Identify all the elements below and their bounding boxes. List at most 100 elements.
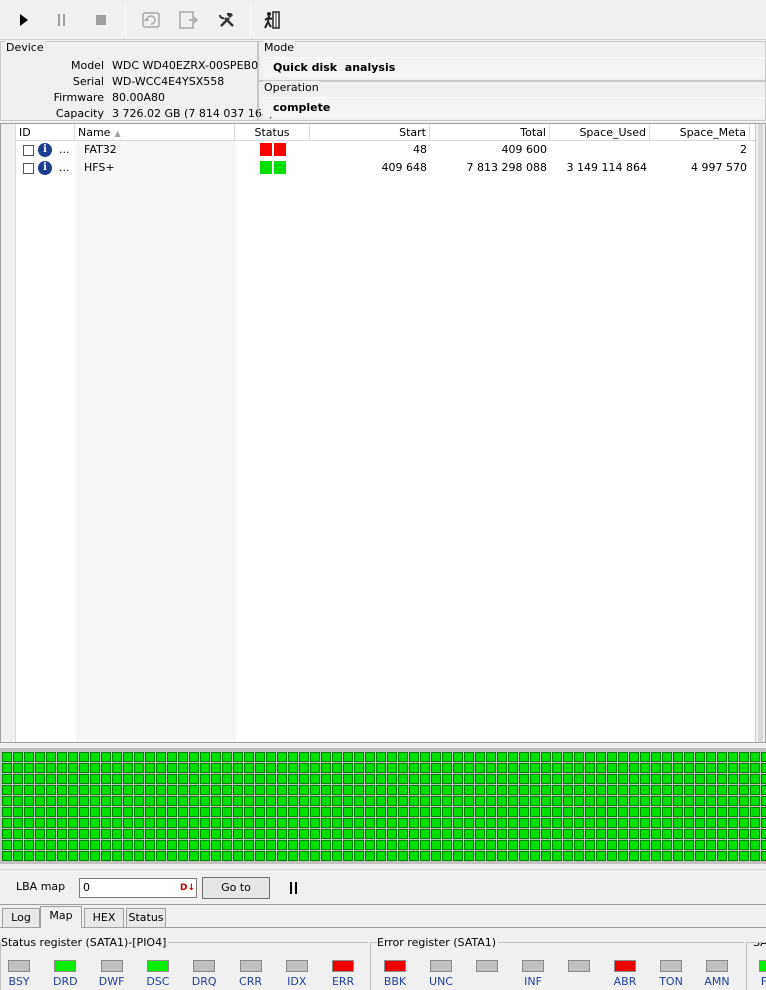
map-cell[interactable] [244, 818, 254, 828]
map-cell[interactable] [46, 752, 56, 762]
map-cell[interactable] [343, 851, 353, 861]
map-cell[interactable] [530, 796, 540, 806]
map-cell[interactable] [134, 840, 144, 850]
map-cell[interactable] [717, 785, 727, 795]
map-cell[interactable] [607, 807, 617, 817]
map-cell[interactable] [552, 785, 562, 795]
map-cell[interactable] [112, 796, 122, 806]
map-cell[interactable] [24, 796, 34, 806]
map-cell[interactable] [101, 796, 111, 806]
map-cell[interactable] [706, 752, 716, 762]
map-cell[interactable] [398, 774, 408, 784]
map-cell[interactable] [79, 818, 89, 828]
map-cell[interactable] [343, 840, 353, 850]
map-cell[interactable] [618, 840, 628, 850]
map-cell[interactable] [321, 807, 331, 817]
map-cell[interactable] [541, 840, 551, 850]
map-cell[interactable] [640, 851, 650, 861]
map-cell[interactable] [167, 829, 177, 839]
map-cell[interactable] [563, 807, 573, 817]
map-cell[interactable] [574, 752, 584, 762]
map-cell[interactable] [673, 807, 683, 817]
map-cell[interactable] [585, 851, 595, 861]
map-cell[interactable] [156, 818, 166, 828]
map-cell[interactable] [222, 840, 232, 850]
map-cell[interactable] [299, 763, 309, 773]
map-cell[interactable] [354, 840, 364, 850]
map-cell[interactable] [398, 752, 408, 762]
map-cell[interactable] [123, 796, 133, 806]
map-cell[interactable] [332, 796, 342, 806]
map-cell[interactable] [717, 796, 727, 806]
info-icon[interactable]: i [38, 143, 52, 157]
map-cell[interactable] [2, 807, 12, 817]
map-cell[interactable] [145, 796, 155, 806]
map-cell[interactable] [310, 818, 320, 828]
map-cell[interactable] [354, 851, 364, 861]
map-cell[interactable] [90, 774, 100, 784]
map-cell[interactable] [376, 818, 386, 828]
map-cell[interactable] [2, 774, 12, 784]
map-cell[interactable] [178, 763, 188, 773]
map-cell[interactable] [24, 829, 34, 839]
map-cell[interactable] [728, 829, 738, 839]
map-cell[interactable] [761, 818, 766, 828]
map-cell[interactable] [35, 818, 45, 828]
map-cell[interactable] [145, 785, 155, 795]
map-cell[interactable] [497, 807, 507, 817]
map-cell[interactable] [156, 840, 166, 850]
map-cell[interactable] [684, 840, 694, 850]
map-cell[interactable] [695, 774, 705, 784]
map-cell[interactable] [233, 818, 243, 828]
goto-button[interactable]: Go to [202, 877, 270, 899]
map-cell[interactable] [2, 763, 12, 773]
map-cell[interactable] [673, 796, 683, 806]
tab-hex[interactable]: HEX [84, 908, 124, 927]
map-cell[interactable] [629, 840, 639, 850]
map-cell[interactable] [739, 840, 749, 850]
map-cell[interactable] [717, 807, 727, 817]
map-cell[interactable] [365, 829, 375, 839]
map-cell[interactable] [607, 774, 617, 784]
map-cell[interactable] [387, 752, 397, 762]
map-cell[interactable] [684, 774, 694, 784]
map-cell[interactable] [167, 851, 177, 861]
map-cell[interactable] [651, 840, 661, 850]
map-cell[interactable] [420, 785, 430, 795]
map-cell[interactable] [728, 851, 738, 861]
map-cell[interactable] [596, 763, 606, 773]
map-cell[interactable] [409, 785, 419, 795]
map-cell[interactable] [706, 763, 716, 773]
map-cell[interactable] [409, 851, 419, 861]
map-cell[interactable] [398, 840, 408, 850]
map-cell[interactable] [299, 851, 309, 861]
map-cell[interactable] [189, 840, 199, 850]
map-cell[interactable] [398, 807, 408, 817]
map-cell[interactable] [24, 752, 34, 762]
map-cell[interactable] [761, 807, 766, 817]
map-cell[interactable] [255, 763, 265, 773]
map-cell[interactable] [387, 829, 397, 839]
map-cell[interactable] [486, 840, 496, 850]
map-cell[interactable] [530, 818, 540, 828]
map-cell[interactable] [310, 763, 320, 773]
map-cell[interactable] [134, 818, 144, 828]
map-cell[interactable] [365, 851, 375, 861]
map-cell[interactable] [728, 818, 738, 828]
map-cell[interactable] [651, 763, 661, 773]
map-cell[interactable] [453, 796, 463, 806]
map-cell[interactable] [68, 763, 78, 773]
map-cell[interactable] [57, 774, 67, 784]
map-cell[interactable] [211, 851, 221, 861]
map-cell[interactable] [178, 752, 188, 762]
map-cell[interactable] [2, 752, 12, 762]
map-cell[interactable] [266, 796, 276, 806]
map-cell[interactable] [24, 851, 34, 861]
map-cell[interactable] [662, 807, 672, 817]
map-cell[interactable] [101, 763, 111, 773]
map-cell[interactable] [739, 763, 749, 773]
map-cell[interactable] [464, 763, 474, 773]
map-cell[interactable] [486, 763, 496, 773]
tab-status[interactable]: Status [126, 908, 166, 927]
table-vertical-scrollbar[interactable] [755, 124, 765, 742]
